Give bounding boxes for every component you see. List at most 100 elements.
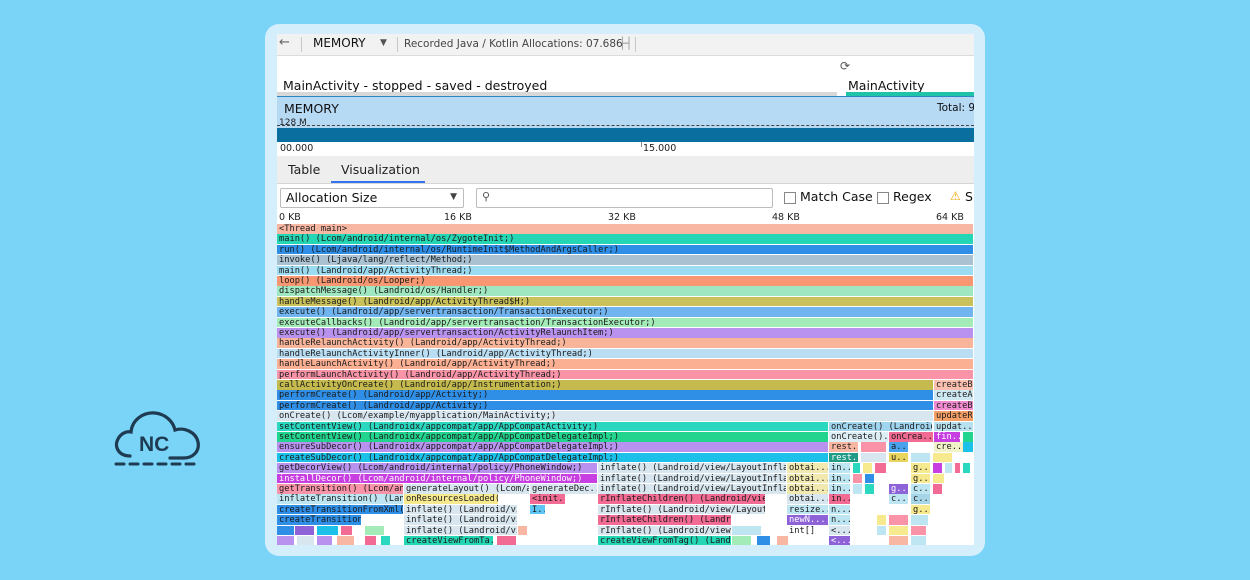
flame-frame[interactable] (865, 473, 875, 484)
flame-frame[interactable]: n... (829, 515, 851, 525)
flame-frame[interactable]: inflate() (Landroid/view/... (404, 525, 518, 536)
memory-chart[interactable]: MEMORY Total: 9 128 M (277, 96, 974, 143)
flame-frame[interactable]: getTransition() (Lcom/andr... (277, 484, 404, 494)
flame-frame[interactable] (341, 525, 353, 536)
flame-frame[interactable]: rInflate() (Landroid/view/LayoutInflate.… (598, 504, 766, 515)
flame-frame[interactable] (317, 525, 339, 536)
tab-visualization[interactable]: Visualization (341, 162, 420, 177)
flame-frame[interactable] (853, 484, 863, 494)
flame-frame[interactable]: createTransitionFromXml() (L... (277, 504, 404, 515)
flame-frame[interactable] (875, 463, 887, 473)
flame-frame[interactable]: handleRelaunchActivityInner() (Landroid/… (277, 348, 974, 359)
flame-frame[interactable]: performCreate() (Landroid/app/Activity;) (277, 390, 934, 400)
flame-frame[interactable]: ensureSubDecor() (Landroidx/appcompat/ap… (277, 442, 829, 452)
flame-frame[interactable]: dispatchMessage() (Landroid/os/Handler;) (277, 286, 974, 296)
flame-frame[interactable]: onCreate() (Lcom/example/myapplication/M… (277, 411, 934, 421)
flame-frame[interactable] (295, 525, 315, 536)
flame-frame[interactable]: performCreate() (Landroid/app/Activity;) (277, 400, 934, 411)
flame-frame[interactable]: createSubDecor() (Landroidx/appcompat/ap… (277, 452, 829, 463)
flame-frame[interactable]: in... (829, 473, 851, 484)
flame-frame[interactable] (853, 473, 863, 484)
flame-frame[interactable] (889, 525, 909, 536)
flame-frame[interactable] (963, 463, 971, 473)
flame-frame[interactable]: resize... (787, 504, 829, 515)
flame-frame[interactable]: generateDec... (530, 484, 598, 494)
flame-frame[interactable] (381, 536, 391, 545)
flame-frame[interactable] (732, 525, 762, 536)
profiler-select[interactable]: MEMORY (313, 36, 366, 50)
flame-frame[interactable]: generateLayout() (Lcom/a... (404, 484, 530, 494)
flame-frame[interactable]: g... (911, 504, 931, 515)
flame-frame[interactable] (365, 536, 377, 545)
flame-frame[interactable]: onCreate()... (829, 432, 889, 442)
flame-frame[interactable] (337, 536, 355, 545)
flame-frame[interactable] (277, 525, 295, 536)
flame-frame[interactable]: rInflateChildren() (Landroid/v... (598, 515, 732, 525)
flame-frame[interactable]: <... (829, 525, 851, 536)
flame-frame[interactable]: rInflate() (Landroid/view/Layo... (598, 525, 732, 536)
flame-frame[interactable]: callActivityOnCreate() (Landroid/app/Ins… (277, 380, 934, 390)
flame-frame[interactable]: createViewFromTag() (Landr... (598, 536, 732, 545)
fit-width-icon[interactable]: ├┤ (619, 37, 632, 50)
flame-frame[interactable]: int[] (787, 525, 829, 536)
flame-frame[interactable]: c... (889, 494, 909, 504)
flame-frame[interactable]: cre... (934, 442, 964, 452)
flame-frame[interactable]: obtai... (787, 494, 829, 504)
chevron-down-icon[interactable]: ▼ (380, 38, 387, 48)
flame-frame[interactable]: I... (530, 504, 546, 515)
flame-frame[interactable]: <... (829, 536, 851, 545)
flame-frame[interactable] (865, 484, 875, 494)
flame-frame[interactable] (933, 473, 945, 484)
flame-frame[interactable]: inflateTransition() (Landroi... (277, 494, 404, 504)
arrow-left-icon[interactable]: ← (279, 35, 290, 50)
flame-frame[interactable] (777, 536, 789, 545)
flame-frame[interactable] (861, 452, 887, 463)
flame-frame[interactable]: execute() (Landroid/app/servertransactio… (277, 328, 974, 338)
flame-frame[interactable] (317, 536, 333, 545)
flame-frame[interactable]: invoke() (Ljava/lang/reflect/Method;) (277, 255, 974, 265)
flame-frame[interactable]: inflate() (Landroid/view/LayoutInflater;… (598, 463, 787, 473)
flame-frame[interactable]: setContentView() (Landroidx/appcompat/ap… (277, 432, 829, 442)
flame-frame[interactable]: performLaunchActivity() (Landroid/app/Ac… (277, 369, 974, 380)
flame-frame[interactable] (963, 432, 974, 442)
flame-frame[interactable] (757, 536, 771, 545)
flame-frame[interactable]: obtai... (787, 484, 829, 494)
flame-frame[interactable] (933, 463, 943, 473)
flame-frame[interactable] (911, 536, 927, 545)
flame-frame[interactable] (955, 463, 961, 473)
tab-table[interactable]: Table (288, 162, 320, 177)
flame-frame[interactable]: handleRelaunchActivity() (Landroid/app/A… (277, 338, 974, 348)
flame-frame[interactable]: g... (911, 463, 931, 473)
flame-frame[interactable]: a... (889, 442, 909, 452)
regex-checkbox[interactable] (877, 192, 889, 204)
flame-frame[interactable]: inflate() (Landroid/view/... (404, 504, 518, 515)
flame-frame[interactable]: rest... (829, 442, 859, 452)
flame-frame[interactable]: u... (889, 452, 909, 463)
flame-frame[interactable] (365, 525, 385, 536)
flame-frame[interactable] (945, 463, 953, 473)
flame-frame[interactable]: in... (829, 484, 851, 494)
flame-frame[interactable]: inflate() (Landroid/view/LayoutInflater;… (598, 473, 787, 484)
search-input[interactable]: ⚲ (476, 188, 773, 208)
flame-frame[interactable]: updat... (934, 421, 974, 432)
flame-frame[interactable]: newN... (787, 515, 829, 525)
flame-frame[interactable]: <Thread main> (277, 224, 974, 234)
flame-frame[interactable] (877, 525, 887, 536)
flame-frame[interactable]: executeCallbacks() (Landroid/app/servert… (277, 317, 974, 328)
flame-frame[interactable]: in... (829, 463, 851, 473)
flame-frame[interactable]: createViewFromTa... (404, 536, 494, 545)
flame-frame[interactable]: in... (829, 494, 851, 504)
flame-frame[interactable]: g... (911, 473, 931, 484)
flame-frame[interactable]: setContentView() (Landroidx/appcompat/ap… (277, 421, 829, 432)
flame-frame[interactable]: c... (911, 494, 931, 504)
flame-frame[interactable]: g... (889, 484, 909, 494)
flame-frame[interactable]: obtai... (787, 473, 829, 484)
flame-frame[interactable] (963, 442, 974, 452)
flame-frame[interactable]: createTransitionF... (277, 515, 362, 525)
flame-frame[interactable]: updateRe (934, 411, 974, 421)
flame-frame[interactable]: main() (Lcom/android/internal/os/ZygoteI… (277, 234, 974, 244)
flame-frame[interactable]: installDecor() (Lcom/android/internal/po… (277, 473, 598, 484)
flame-frame[interactable] (861, 442, 887, 452)
flame-frame[interactable] (497, 536, 517, 545)
flame-frame[interactable]: getDecorView() (Lcom/android/internal/po… (277, 463, 598, 473)
